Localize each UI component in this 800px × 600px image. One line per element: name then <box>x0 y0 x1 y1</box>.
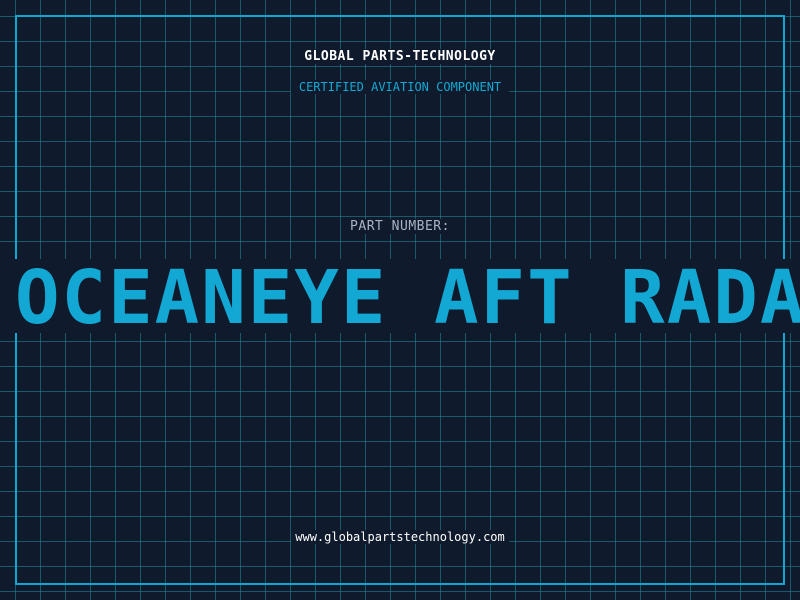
part-number-label: PART NUMBER: <box>344 219 456 234</box>
certification-subtitle: CERTIFIED AVIATION COMPONENT <box>290 80 510 94</box>
website-url: www.globalpartstechnology.com <box>291 530 509 544</box>
part-name: OCEANEYE AFT RADAR <box>15 259 800 333</box>
part-name-band: OCEANEYE AFT RADAR <box>0 259 800 333</box>
company-name: GLOBAL PARTS-TECHNOLOGY <box>296 49 504 64</box>
certificate-canvas: GLOBAL PARTS-TECHNOLOGY CERTIFIED AVIATI… <box>0 0 800 600</box>
